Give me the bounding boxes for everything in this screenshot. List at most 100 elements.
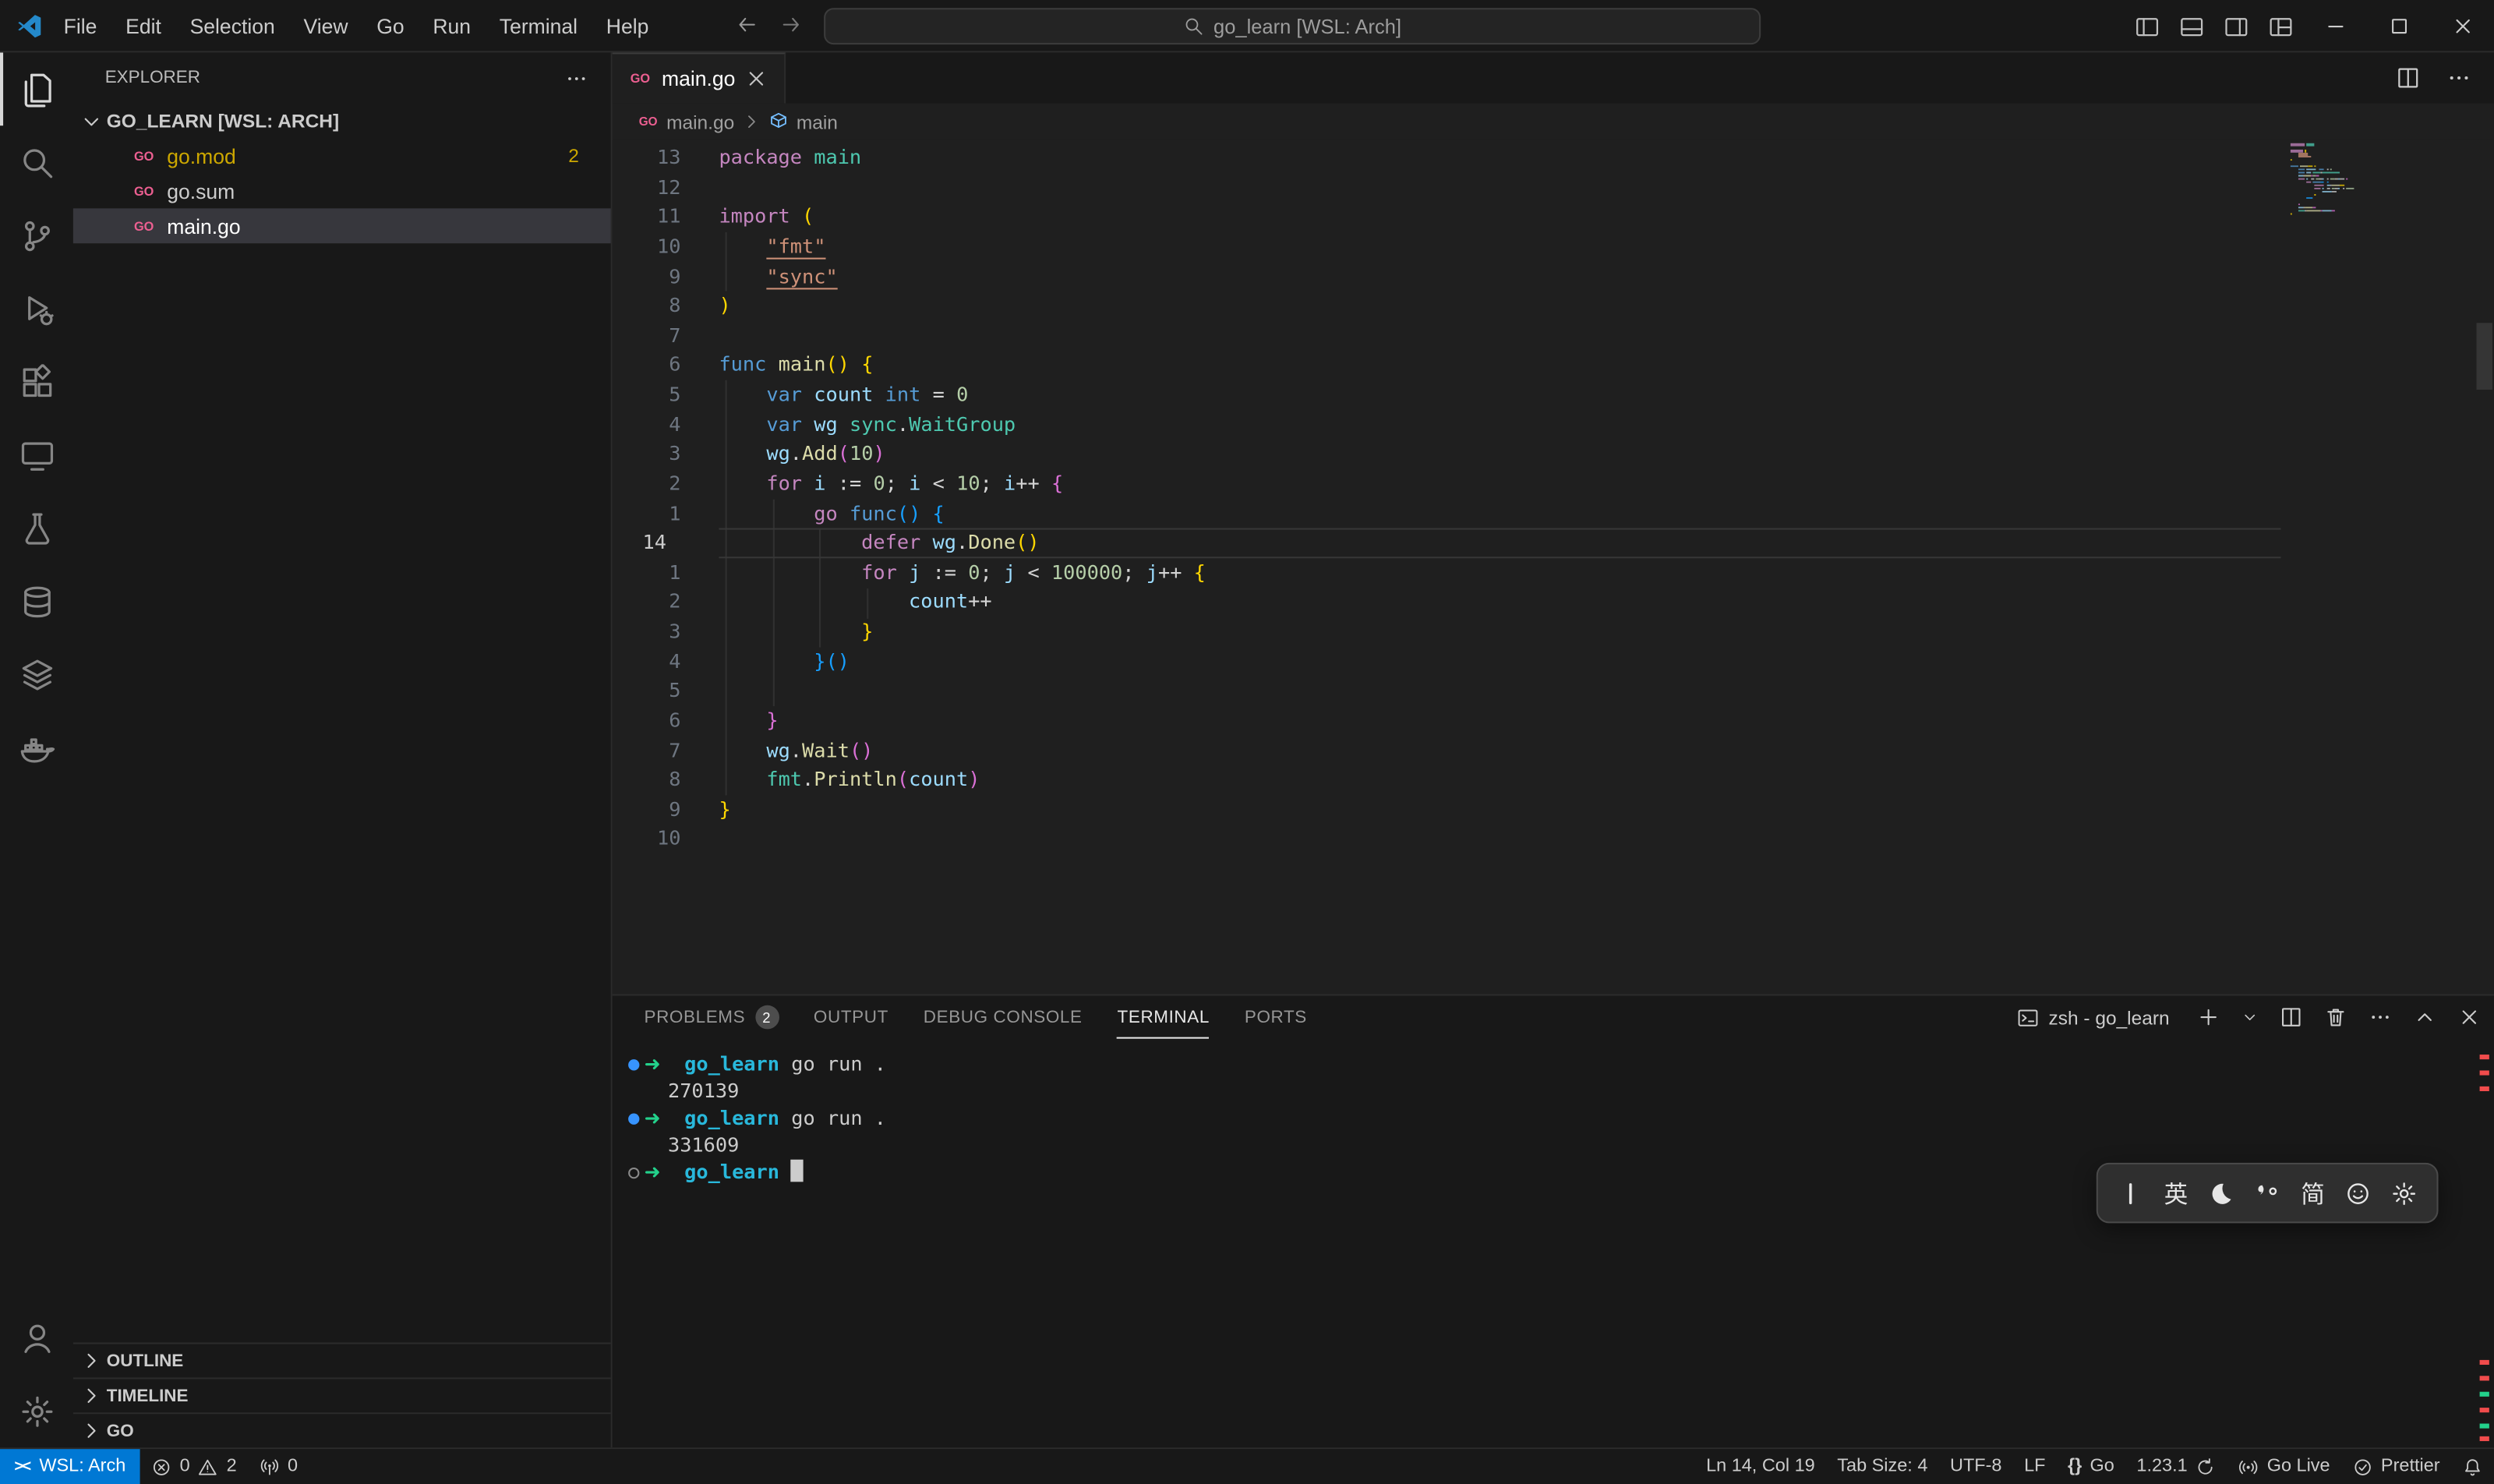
- menu-selection[interactable]: Selection: [175, 13, 289, 37]
- maximize-button[interactable]: [2367, 0, 2431, 52]
- line-number[interactable]: 3: [613, 617, 719, 647]
- menu-view[interactable]: View: [289, 13, 362, 37]
- code-line[interactable]: 9}: [613, 795, 2494, 825]
- split-editor-button[interactable]: [2395, 65, 2421, 91]
- terminal[interactable]: ➜ go_learn go run . 270139➜ go_learn go …: [613, 1039, 2494, 1447]
- activity-source-control[interactable]: [0, 199, 73, 272]
- menu-help[interactable]: Help: [592, 13, 662, 37]
- code-line[interactable]: 3 wg.Add(10): [613, 440, 2494, 469]
- line-number[interactable]: 2: [613, 588, 719, 617]
- ime-caret[interactable]: [2110, 1179, 2151, 1207]
- code-line[interactable]: 8 fmt.Println(count): [613, 765, 2494, 795]
- code-line[interactable]: 14 defer wg.Done(): [613, 528, 2494, 558]
- problems-status[interactable]: 0 2: [140, 1449, 248, 1484]
- code-line[interactable]: 7: [613, 321, 2494, 351]
- close-panel-button[interactable]: [2457, 1005, 2482, 1030]
- line-number[interactable]: 5: [613, 380, 719, 410]
- ime-halfwidth-toggle[interactable]: [2201, 1179, 2242, 1207]
- toggle-secondary-sidebar-button[interactable]: [2214, 0, 2259, 52]
- activity-layers[interactable]: [0, 638, 73, 711]
- line-number[interactable]: 8: [613, 765, 719, 795]
- line-number[interactable]: 7: [613, 736, 719, 765]
- activity-database[interactable]: [0, 564, 73, 638]
- close-tab-button[interactable]: [745, 67, 769, 91]
- language-status[interactable]: {} Go: [2057, 1449, 2125, 1484]
- panel-tab-terminal[interactable]: TERMINAL: [1118, 996, 1210, 1039]
- code-line[interactable]: 5: [613, 677, 2494, 706]
- section-outline[interactable]: OUTLINE: [73, 1342, 611, 1377]
- line-number[interactable]: 10: [613, 825, 719, 854]
- terminal-instance-label[interactable]: zsh - go_learn: [2017, 1006, 2170, 1029]
- file-main-go[interactable]: GOmain.go: [73, 208, 611, 243]
- ime-emoji-button[interactable]: [2338, 1179, 2379, 1207]
- command-center[interactable]: go_learn [WSL: Arch]: [824, 8, 1761, 44]
- activity-extensions[interactable]: [0, 345, 73, 419]
- code-line[interactable]: 8): [613, 292, 2494, 321]
- explorer-more-actions[interactable]: [564, 66, 588, 90]
- code-line[interactable]: 3 }: [613, 617, 2494, 647]
- close-window-button[interactable]: [2430, 0, 2494, 52]
- activity-testing[interactable]: [0, 492, 73, 565]
- code-line[interactable]: 10 "fmt": [613, 232, 2494, 262]
- remote-indicator[interactable]: >< WSL: Arch: [0, 1449, 140, 1484]
- line-number[interactable]: 3: [613, 440, 719, 469]
- section-go[interactable]: GO: [73, 1412, 611, 1447]
- code-line[interactable]: 4 }(): [613, 647, 2494, 677]
- go-version-status[interactable]: 1.23.1: [2125, 1449, 2227, 1484]
- activity-accounts[interactable]: [0, 1301, 73, 1374]
- code-line[interactable]: 1 for j := 0; j < 100000; j++ {: [613, 558, 2494, 588]
- activity-docker[interactable]: [0, 711, 73, 784]
- code-line[interactable]: 10: [613, 825, 2494, 854]
- terminal-more-actions[interactable]: [2369, 1005, 2393, 1030]
- menu-terminal[interactable]: Terminal: [485, 13, 592, 37]
- file-go-sum[interactable]: GOgo.sum: [73, 173, 611, 208]
- split-terminal-button[interactable]: [2279, 1005, 2303, 1030]
- line-number[interactable]: 4: [613, 647, 719, 677]
- ime-simplified-toggle[interactable]: 简: [2292, 1176, 2333, 1210]
- line-number[interactable]: 9: [613, 795, 719, 825]
- line-number[interactable]: 12: [613, 173, 719, 203]
- activity-run-debug[interactable]: [0, 272, 73, 345]
- customize-layout-button[interactable]: [2259, 0, 2303, 52]
- tab-main-go[interactable]: GO main.go: [613, 52, 786, 103]
- activity-search[interactable]: [0, 125, 73, 199]
- toggle-panel-button[interactable]: [2170, 0, 2214, 52]
- file-go-mod[interactable]: GOgo.mod2: [73, 139, 611, 174]
- minimap[interactable]: [2291, 143, 2354, 219]
- ports-status[interactable]: 0: [248, 1449, 309, 1484]
- encoding-status[interactable]: UTF-8: [1939, 1449, 2013, 1484]
- code-line[interactable]: 9 "sync": [613, 262, 2494, 292]
- line-number[interactable]: 8: [613, 292, 719, 321]
- menu-go[interactable]: Go: [362, 13, 419, 37]
- prettier-status[interactable]: Prettier: [2341, 1449, 2451, 1484]
- ime-settings-button[interactable]: [2383, 1179, 2425, 1207]
- ime-punctuation-toggle[interactable]: [2247, 1179, 2288, 1207]
- activity-explorer[interactable]: [0, 52, 73, 125]
- kill-terminal-button[interactable]: [2324, 1005, 2348, 1030]
- code-line[interactable]: 4 var wg sync.WaitGroup: [613, 410, 2494, 440]
- editor-scrollbar[interactable]: [2477, 323, 2492, 390]
- history-back-button[interactable]: [735, 12, 759, 37]
- code-line[interactable]: 7 wg.Wait(): [613, 736, 2494, 765]
- menu-run[interactable]: Run: [419, 13, 485, 37]
- line-number[interactable]: 6: [613, 351, 719, 380]
- toggle-sidebar-button[interactable]: [2125, 0, 2170, 52]
- editor-more-actions[interactable]: [2446, 65, 2472, 91]
- panel-tab-output[interactable]: OUTPUT: [814, 996, 888, 1039]
- code-line[interactable]: 11import (: [613, 203, 2494, 232]
- breadcrumb-file[interactable]: GO main.go: [638, 111, 734, 133]
- activity-remote-explorer[interactable]: [0, 419, 73, 492]
- activity-settings[interactable]: [0, 1374, 73, 1447]
- line-number[interactable]: 10: [613, 232, 719, 262]
- line-number[interactable]: 9: [613, 262, 719, 292]
- code-line[interactable]: 2 for i := 0; i < 10; i++ {: [613, 469, 2494, 499]
- breadcrumb-symbol[interactable]: main: [768, 111, 838, 133]
- maximize-panel-button[interactable]: [2413, 1005, 2437, 1030]
- menu-edit[interactable]: Edit: [111, 13, 175, 37]
- code-line[interactable]: 6func main() {: [613, 351, 2494, 380]
- code-editor[interactable]: 13package main1211import (10 "fmt"9 "syn…: [613, 140, 2494, 995]
- ime-mode-english[interactable]: 英: [2155, 1176, 2196, 1210]
- code-line[interactable]: 13package main: [613, 143, 2494, 173]
- line-number[interactable]: 14: [613, 528, 719, 558]
- section-timeline[interactable]: TIMELINE: [73, 1377, 611, 1412]
